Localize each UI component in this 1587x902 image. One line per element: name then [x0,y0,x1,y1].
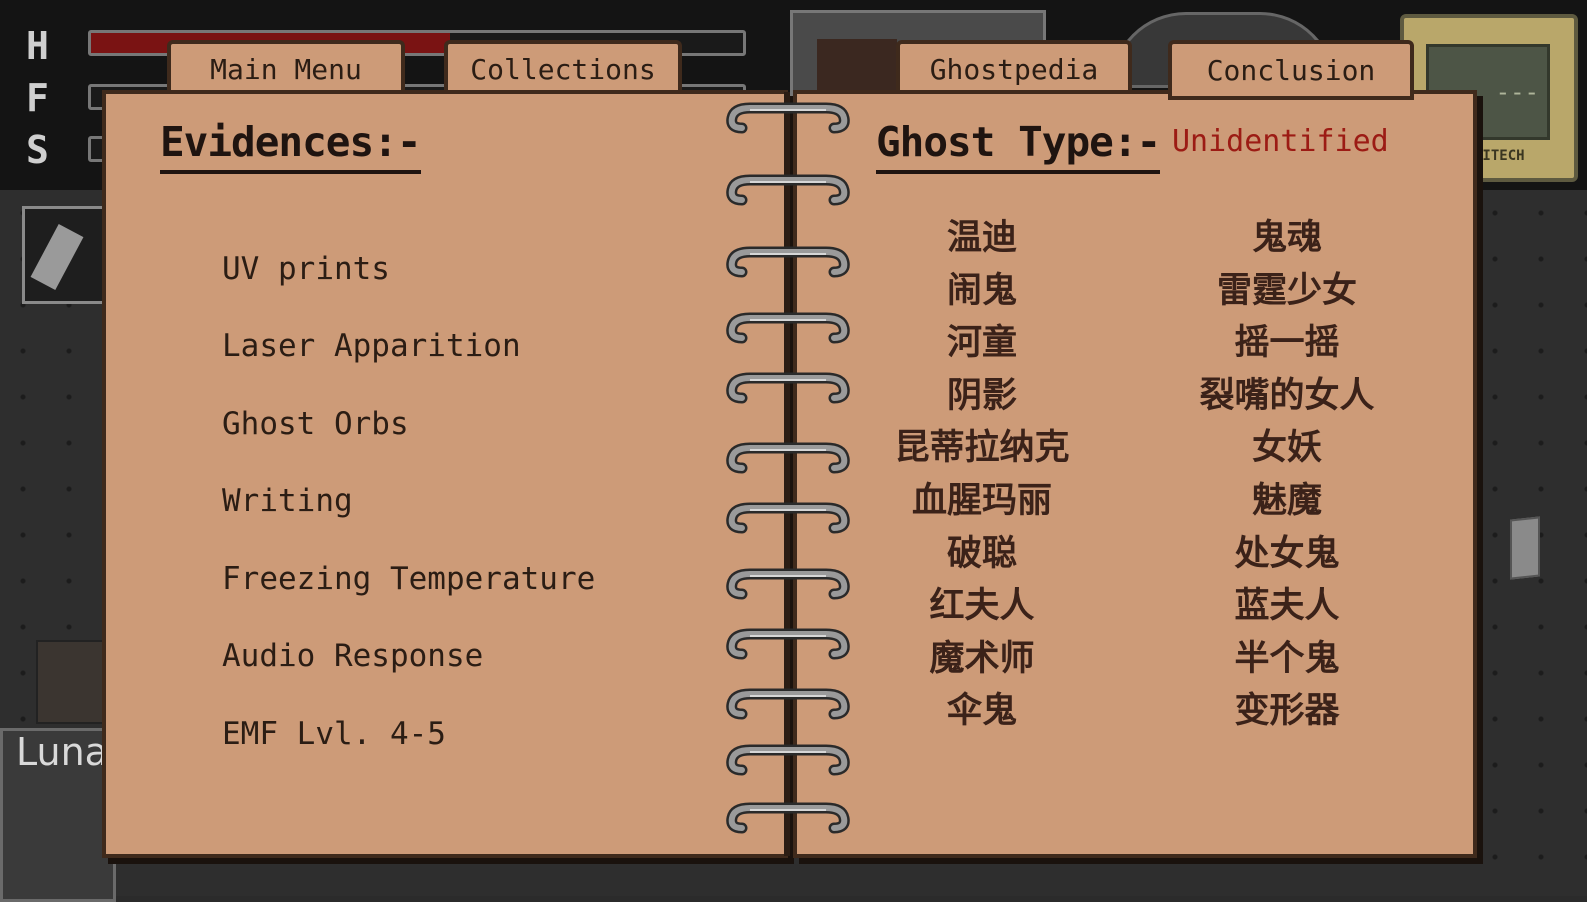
binding-ring-icon [726,566,850,606]
flashlight-icon [30,223,84,291]
ghost-list-item[interactable]: 鬼魂 [1137,212,1437,265]
binding-ring-icon [726,440,850,480]
ghost-list-item[interactable]: 摇一摇 [1137,317,1437,370]
ghost-list-item[interactable]: 女妖 [1137,422,1437,475]
cabinet-door [817,39,897,95]
evidence-laser-apparition[interactable]: Laser Apparition [222,308,595,386]
door-icon [1510,516,1540,580]
binding-ring-icon [726,310,850,350]
ghost-list-item[interactable]: 阴影 [832,370,1132,423]
evidence-audio-response[interactable]: Audio Response [222,618,595,696]
ghost-list-item[interactable]: 半个鬼 [1137,633,1437,686]
ghost-list-item[interactable]: 雷霆少女 [1137,265,1437,318]
ghost-list-item[interactable]: 温迪 [832,212,1132,265]
hud-label-f: F [26,76,49,120]
ghost-list-item[interactable]: 血腥玛丽 [832,475,1132,528]
ghost-list-item[interactable]: 红夫人 [832,580,1132,633]
hud-label-h: H [26,24,49,68]
ghost-list-column-2: 鬼魂 雷霆少女 摇一摇 裂嘴的女人 女妖 魅魔 处女鬼 蓝夫人 半个鬼 变形器 [1137,212,1437,738]
ghost-list-item[interactable]: 破聪 [832,528,1132,581]
binding-ring-icon [726,742,850,782]
evidence-ghost-orbs[interactable]: Ghost Orbs [222,385,595,463]
ghost-list-item[interactable]: 魅魔 [1137,475,1437,528]
player-name: Luna [16,730,108,774]
evidence-list: UV prints Laser Apparition Ghost Orbs Wr… [222,230,595,773]
evidences-heading: Evidences:- [160,118,422,174]
tab-conclusion[interactable]: Conclusion [1168,40,1414,100]
ghost-type-heading: Ghost Type:- [876,118,1161,174]
tab-main-menu[interactable]: Main Menu [167,40,405,94]
binding-ring-icon [726,500,850,540]
ghost-type-status: Unidentified [1172,124,1389,159]
binding-ring-icon [726,370,850,410]
binding-ring-icon [726,800,850,840]
ghost-list-item[interactable]: 河童 [832,317,1132,370]
ghost-list-item[interactable]: 昆蒂拉纳克 [832,422,1132,475]
evidence-writing[interactable]: Writing [222,463,595,541]
tab-ghostpedia[interactable]: Ghostpedia [896,40,1132,94]
ghost-list-item[interactable]: 裂嘴的女人 [1137,370,1437,423]
evidence-uv-prints[interactable]: UV prints [222,230,595,308]
ghost-list-item[interactable]: 闹鬼 [832,265,1132,318]
ghost-list-item[interactable]: 变形器 [1137,685,1437,738]
binding-ring-icon [726,626,850,666]
evidence-emf-level[interactable]: EMF Lvl. 4-5 [222,695,595,773]
hud-label-s: S [26,128,49,172]
emf-meter-label: EITECH [1474,148,1525,164]
ghost-list-item[interactable]: 伞鬼 [832,685,1132,738]
binding-ring-icon [726,100,850,140]
ghost-list-column-1: 温迪 闹鬼 河童 阴影 昆蒂拉纳克 血腥玛丽 破聪 红夫人 魔术师 伞鬼 [832,212,1132,738]
tab-collections[interactable]: Collections [444,40,682,94]
binding-ring-icon [726,686,850,726]
binding-ring-icon [726,172,850,212]
binding-ring-icon [726,244,850,284]
ghost-list-item[interactable]: 蓝夫人 [1137,580,1437,633]
ghost-list-item[interactable]: 处女鬼 [1137,528,1437,581]
evidence-freezing-temperature[interactable]: Freezing Temperature [222,540,595,618]
ghost-list-item[interactable]: 魔术师 [832,633,1132,686]
